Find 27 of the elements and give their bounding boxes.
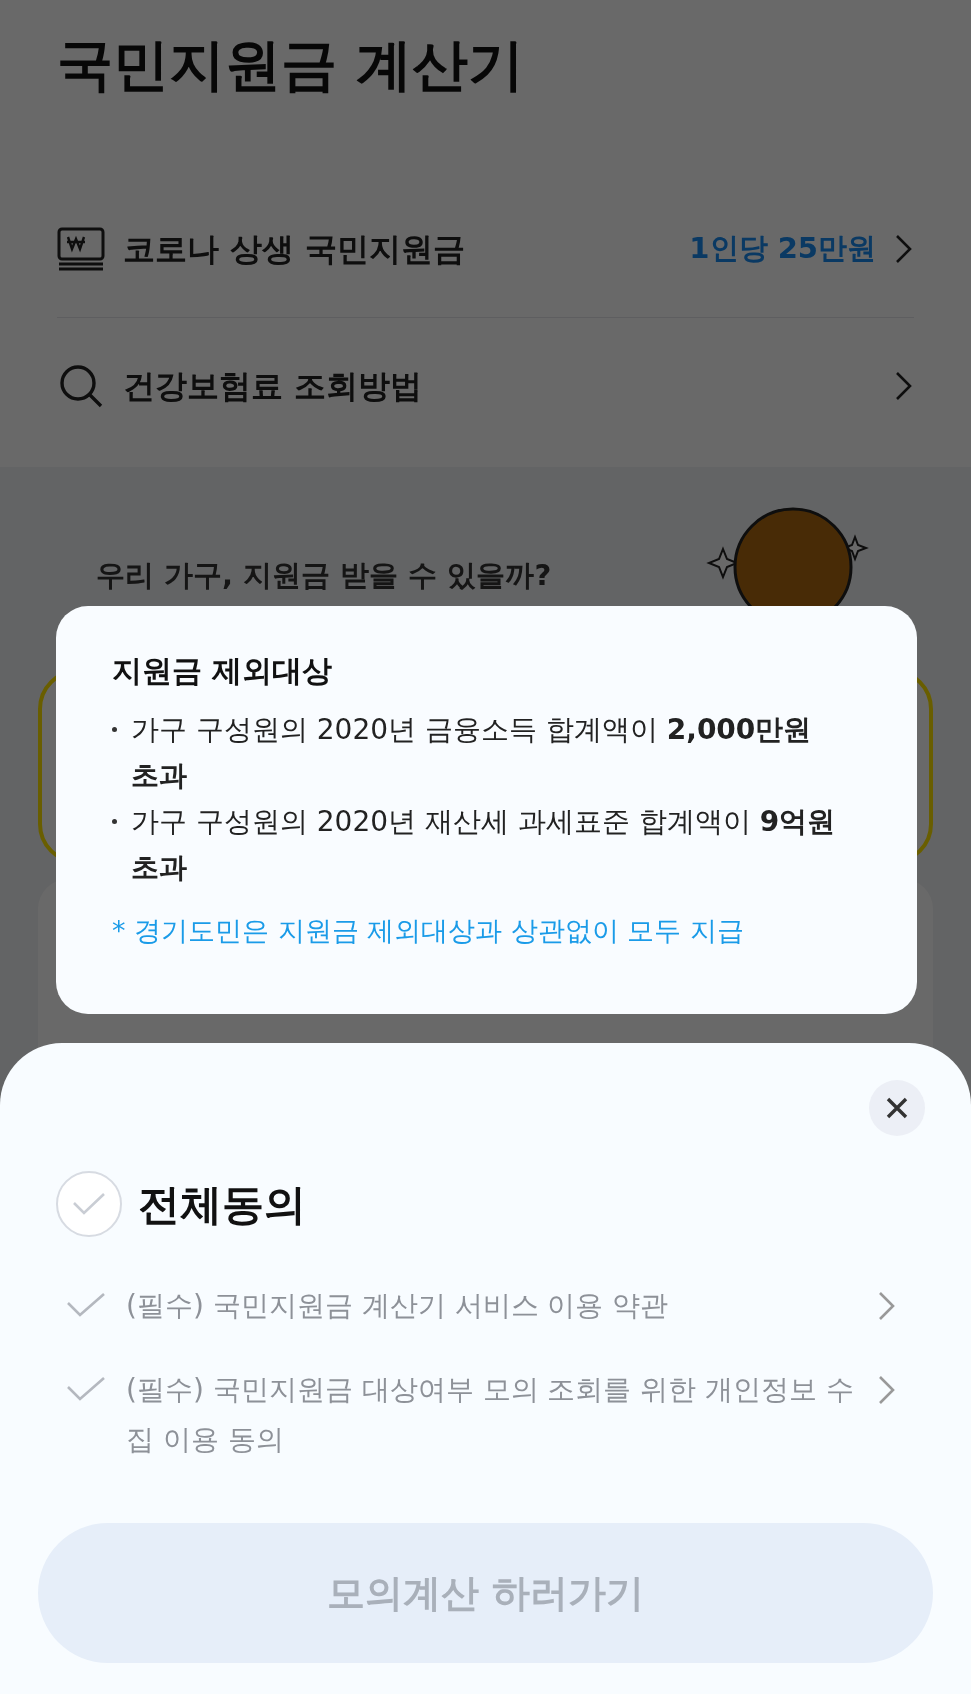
chevron-icon	[894, 232, 914, 265]
menu-row[interactable]: 건강보험료 조회방법	[57, 317, 914, 454]
agree-all-label: 전체동의	[138, 1178, 306, 1231]
check-icon[interactable]	[66, 1291, 106, 1319]
bullet-icon	[112, 819, 117, 824]
section-title: 우리 가구, 지원금 받을 수 있을까?	[96, 559, 553, 593]
menu-label: 코로나 상생 국민지원금	[123, 228, 466, 270]
check-icon[interactable]	[66, 1375, 106, 1403]
tooltip-title: 지원금 제외대상	[112, 652, 334, 690]
bullet-text: 가구 구성원의 2020년 재산세 과세표준 합계액이 9억원 초과	[131, 804, 837, 886]
bullet-text: 가구 구성원의 2020년 금융소득 합계액이 2,000만원 초과	[131, 712, 813, 794]
money-icon	[57, 226, 105, 271]
search-icon	[57, 362, 105, 410]
menu-row[interactable]: 코로나 상생 국민지원금 1인당 25만원	[57, 180, 914, 317]
close-icon	[886, 1097, 908, 1119]
chevron-icon	[894, 370, 914, 402]
amount-text: 1인당 25만원	[689, 229, 876, 267]
bullet-icon	[112, 727, 117, 732]
terms-label: (필수) 국민지원금 계산기 서비스 이용 약관	[126, 1288, 670, 1324]
check-icon	[72, 1191, 106, 1217]
menu-label: 건강보험료 조회방법	[123, 366, 423, 407]
chevron-icon	[877, 1374, 897, 1406]
note-text: * 경기도민은 지원금 제외대상과 상관없이 모두 지급	[112, 914, 745, 948]
chevron-icon	[877, 1290, 897, 1322]
terms-label: (필수) 국민지원금 대상여부 모의 조회를 위한 개인정보 수집 이용 동의	[126, 1372, 856, 1458]
page-title: 국민지원금 계산기	[57, 31, 526, 99]
close-button[interactable]	[869, 1080, 925, 1136]
